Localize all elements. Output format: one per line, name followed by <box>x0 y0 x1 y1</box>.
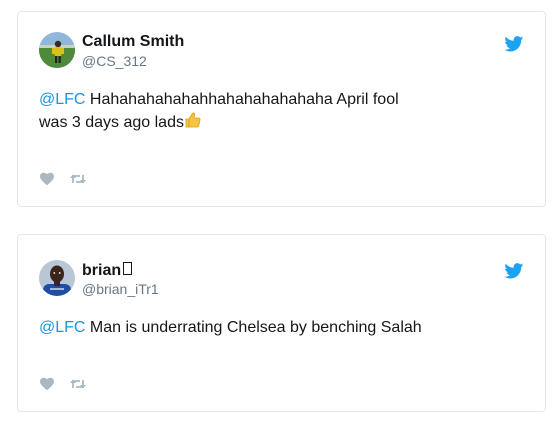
heart-icon[interactable] <box>39 376 55 392</box>
thumbs-up-emoji <box>184 111 202 129</box>
tweet-text-body: Man is underrating Chelsea by benching S… <box>85 319 422 336</box>
heart-icon[interactable] <box>39 171 55 187</box>
avatar[interactable] <box>39 32 75 68</box>
author-handle[interactable]: @CS_312 <box>82 53 147 69</box>
author-name[interactable]: brian <box>82 262 133 280</box>
twitter-bird-icon[interactable] <box>504 36 524 52</box>
author-name[interactable]: Callum Smith <box>82 33 184 51</box>
tweet-text-line1: Hahahahahahahhahahahahahaha April fool <box>85 91 399 108</box>
mention-link[interactable]: @LFC <box>39 91 85 108</box>
twitter-bird-icon[interactable] <box>504 263 524 279</box>
tweet-text: @LFC Hahahahahahahhahahahahahaha April f… <box>39 89 485 134</box>
author-name-text[interactable]: brian <box>82 262 121 279</box>
author-handle[interactable]: @brian_iTr1 <box>82 281 159 297</box>
tweet-text-line2: was 3 days ago lads <box>39 114 184 131</box>
tweet-text: @LFC Man is underrating Chelsea by bench… <box>39 317 485 339</box>
tweet-card[interactable]: Callum Smith @CS_312 @LFC Hahahahahahahh… <box>17 11 546 207</box>
retweet-icon[interactable] <box>69 376 87 392</box>
avatar[interactable] <box>39 260 75 296</box>
mention-link[interactable]: @LFC <box>39 319 85 336</box>
retweet-icon[interactable] <box>69 171 87 187</box>
tweet-card[interactable]: brian @brian_iTr1 @LFC Man is underratin… <box>17 234 546 412</box>
unknown-glyph-icon <box>123 262 133 275</box>
